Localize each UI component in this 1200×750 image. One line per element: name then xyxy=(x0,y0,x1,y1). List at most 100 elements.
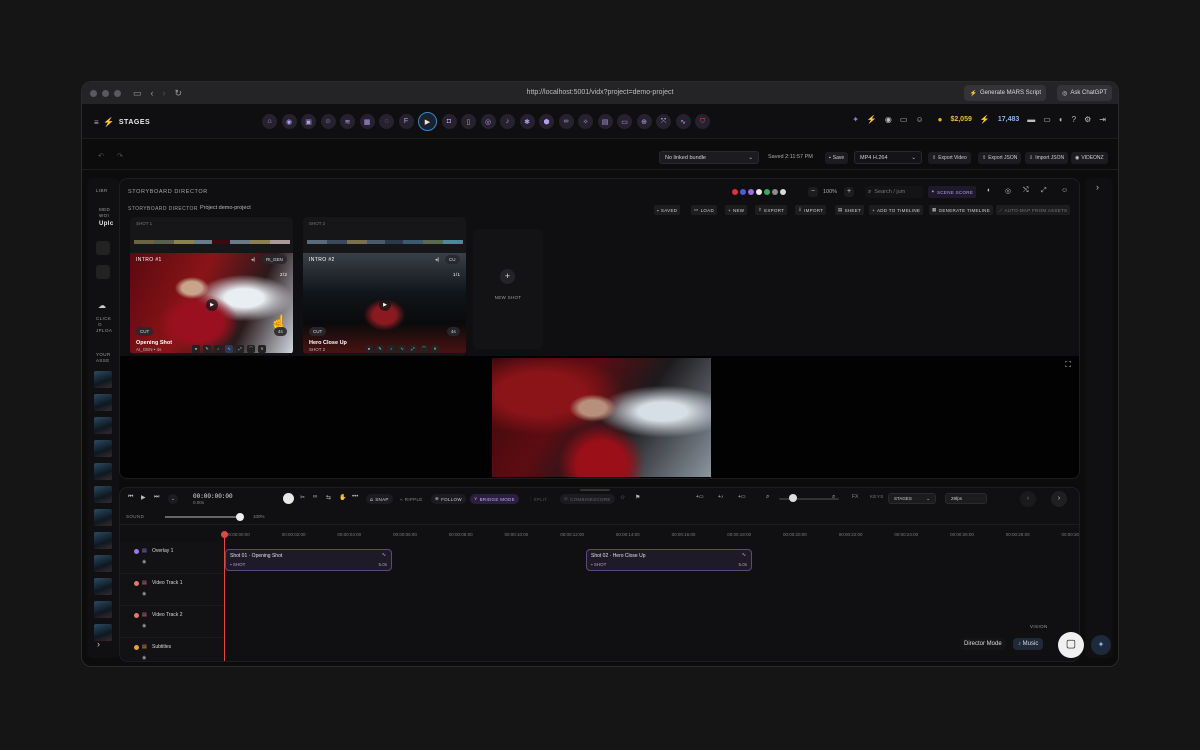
fullscreen-icon[interactable]: ⛶ xyxy=(1065,360,1071,370)
theme-icon[interactable]: ◐ xyxy=(1059,115,1064,124)
track-subtitles[interactable]: ▤ Subtitles ◉ xyxy=(120,638,224,661)
globe-icon[interactable]: ◉ xyxy=(281,114,297,129)
bulb-icon[interactable]: ✧ xyxy=(578,114,593,129)
export-video-button[interactable]: ⇪ Export Video xyxy=(928,152,971,164)
asset-thumbnail[interactable] xyxy=(94,601,112,618)
ripple-tool-icon[interactable]: ⇆ xyxy=(326,494,331,501)
fullscreen-icon[interactable]: ⤢ xyxy=(1041,187,1047,195)
record-icon[interactable]: ● xyxy=(192,345,200,353)
ripple-toggle[interactable]: ≈ RIPPLE xyxy=(396,494,427,504)
zoom-slider-handle[interactable] xyxy=(789,494,797,502)
eye-icon[interactable]: ◎ xyxy=(480,114,496,129)
chat-icon[interactable]: ◌ xyxy=(379,114,394,129)
new-button[interactable]: + NEW xyxy=(725,205,748,215)
sparkle-icon[interactable]: ✦ xyxy=(852,115,859,124)
camera-icon[interactable]: ◘ xyxy=(441,114,457,129)
zoom-out-button[interactable]: − xyxy=(808,187,818,197)
expand-icon[interactable]: ⤢ xyxy=(236,345,244,353)
edit-icon[interactable]: ✎ xyxy=(203,345,211,353)
video-editor-icon[interactable]: ▶ xyxy=(418,112,437,131)
film-icon[interactable]: ▣ xyxy=(301,114,316,129)
record-icon[interactable]: ● xyxy=(365,345,373,353)
shield-icon[interactable]: ⛉ xyxy=(695,114,710,129)
team-icon[interactable]: ☺ xyxy=(915,115,923,124)
music-note-icon[interactable]: ♪ xyxy=(387,345,395,353)
add-to-timeline-button[interactable]: + ADD TO TIMELINE xyxy=(869,205,924,215)
split-button[interactable]: ⫶ SPLIT xyxy=(526,494,551,504)
follow-toggle[interactable]: ⊕ FOLLOW xyxy=(431,494,466,504)
wave-icon[interactable]: ∿ xyxy=(382,552,386,558)
address-bar[interactable]: http://localhost:5001/vidx?project=demo-… xyxy=(82,89,1118,96)
preview-frame[interactable] xyxy=(492,358,711,477)
edit-icon[interactable]: ✎ xyxy=(376,345,384,353)
asset-thumbnail[interactable] xyxy=(94,371,112,388)
users-icon[interactable]: ☺ xyxy=(320,114,336,129)
cloud-upload-icon[interactable]: ☁ xyxy=(98,301,106,310)
logout-icon[interactable]: ⇥ xyxy=(1099,115,1106,124)
asset-thumbnail[interactable] xyxy=(94,463,112,480)
asset-thumbnail[interactable] xyxy=(94,440,112,457)
load-button[interactable]: ▭ LOAD xyxy=(691,205,718,215)
bundle-select[interactable]: No linked bundle ⌄ xyxy=(659,151,759,164)
hand-icon[interactable]: ✋ xyxy=(339,494,346,501)
volume-slider[interactable] xyxy=(165,513,244,521)
import-button[interactable]: ⇩ IMPORT xyxy=(795,205,827,215)
activity-icon[interactable]: ∿ xyxy=(675,114,691,129)
export-button[interactable]: ⇪ EXPORT xyxy=(755,205,788,215)
zoom-in-button[interactable]: + xyxy=(844,187,854,197)
link-icon[interactable]: ∞ xyxy=(313,494,317,500)
help-icon[interactable]: ? xyxy=(1072,115,1076,124)
asset-thumbnail[interactable] xyxy=(94,486,112,503)
collapse-left-icon[interactable]: › xyxy=(97,639,100,649)
monitor-icon[interactable]: ▭ xyxy=(617,114,632,129)
layers-icon[interactable]: ≋ xyxy=(340,114,355,129)
asset-thumbnail[interactable] xyxy=(94,509,112,526)
minimize-dot[interactable] xyxy=(102,89,109,97)
play-icon[interactable]: ▶ xyxy=(206,299,218,311)
stages-icon[interactable]: ⚡ xyxy=(867,115,877,124)
eye-icon[interactable]: ◉ xyxy=(142,559,146,565)
music-button[interactable]: ♪ Music xyxy=(1013,638,1044,650)
music-icon[interactable]: ♪ xyxy=(500,114,515,129)
expand-icon[interactable]: ⤢ xyxy=(409,345,417,353)
forward-icon[interactable]: › xyxy=(163,88,166,98)
color-filter-dot[interactable] xyxy=(772,189,778,195)
library-asset-thumb[interactable] xyxy=(96,265,110,279)
phone-icon[interactable]: ▯ xyxy=(461,114,476,129)
color-filter-dot[interactable] xyxy=(780,189,786,195)
folder-open-icon[interactable]: ▭ xyxy=(1043,115,1051,124)
bridge-mode-toggle[interactable]: ⋎ BRIDGE MODE xyxy=(470,494,519,504)
time-ruler[interactable]: 00:00:00:00 00:00:02:00 00:00:04:00 00:00:0… xyxy=(224,532,1079,542)
network-icon[interactable]: ⊕ xyxy=(636,114,652,129)
scene-score-button[interactable]: ✦ SCENE SCORE xyxy=(928,186,977,198)
search-input[interactable] xyxy=(874,189,919,195)
image-icon[interactable]: ▤ xyxy=(597,114,613,129)
settings-icon[interactable]: ✱ xyxy=(519,114,535,129)
home-icon[interactable]: ⌂ xyxy=(262,114,277,129)
director-mode-button[interactable]: Director Mode xyxy=(960,638,1006,650)
redo-icon[interactable]: ↷ xyxy=(117,152,123,160)
videonz-button[interactable]: ◉ VIDEONZ xyxy=(1071,152,1108,164)
undo-icon[interactable]: ↶ xyxy=(98,152,104,160)
wallet-icon[interactable]: ▬ xyxy=(1027,115,1035,124)
hexagon-icon[interactable]: ⬢ xyxy=(539,114,554,129)
volume-slider-handle[interactable] xyxy=(236,513,244,521)
link-icon[interactable]: ⌒ xyxy=(247,345,255,353)
link-icon[interactable]: ∞ xyxy=(558,114,574,129)
play-icon[interactable]: ▶ xyxy=(141,494,146,501)
zoom-out-icon[interactable]: ⌕ xyxy=(766,494,769,501)
library-asset-thumb[interactable] xyxy=(96,241,110,255)
eye-icon[interactable]: ◉ xyxy=(142,623,146,629)
snap-toggle[interactable]: ⩍ SNAP xyxy=(366,494,393,504)
grid-icon[interactable]: ▦ xyxy=(359,114,375,129)
eye-icon[interactable]: ◉ xyxy=(142,591,146,597)
wave-icon[interactable]: ∿ xyxy=(398,345,406,353)
zoom-in-icon[interactable]: ⌕ xyxy=(832,494,835,501)
color-filter-dot[interactable] xyxy=(756,189,762,195)
link-icon[interactable]: ⌒ xyxy=(420,345,428,353)
library-upload-label[interactable]: Uplc xyxy=(99,221,114,227)
add-video-track-icon[interactable]: +▭ xyxy=(696,494,704,500)
auto-map-button[interactable]: ⟋ AUTO-MAP FROM ASSETS xyxy=(996,205,1071,215)
asset-thumbnail[interactable] xyxy=(94,555,112,572)
settings-icon[interactable]: ◎ xyxy=(1005,187,1011,195)
